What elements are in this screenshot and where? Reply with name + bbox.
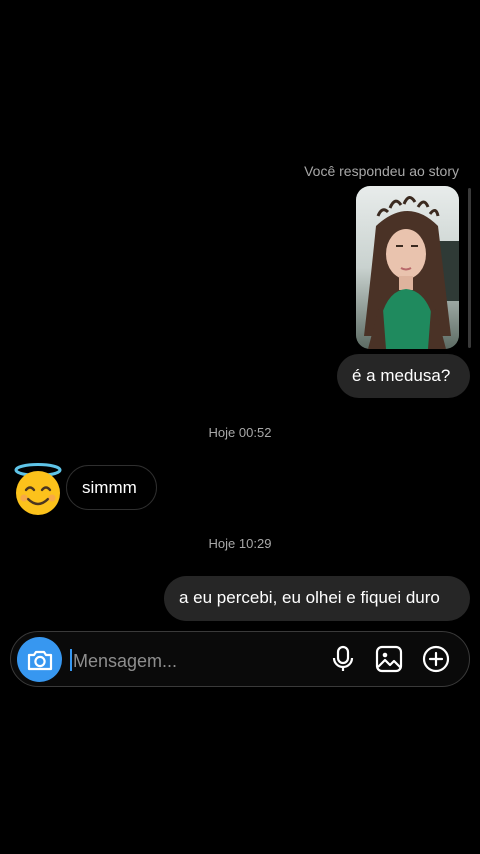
timestamp: Hoje 10:29	[208, 536, 272, 551]
smiling-face-with-halo-emoji-icon	[12, 462, 64, 516]
add-button[interactable]	[422, 645, 450, 673]
story-reply-caption: Você respondeu ao story	[304, 163, 459, 179]
microphone-button[interactable]	[329, 645, 357, 673]
image-icon	[375, 645, 403, 673]
timestamp: Hoje 00:52	[208, 425, 272, 440]
story-photo	[356, 186, 459, 349]
camera-button[interactable]	[17, 637, 62, 682]
outgoing-message[interactable]: a eu percebi, eu olhei e fiquei duro	[164, 576, 470, 621]
incoming-message[interactable]: simmm	[66, 465, 157, 510]
story-reply-indicator	[468, 188, 471, 348]
message-composer	[10, 631, 470, 687]
story-thumbnail[interactable]	[356, 186, 459, 349]
camera-icon	[27, 650, 52, 670]
message-input[interactable]	[71, 642, 325, 680]
microphone-icon	[332, 645, 354, 671]
story-reply-message[interactable]: é a medusa?	[337, 354, 470, 398]
gallery-button[interactable]	[375, 645, 403, 673]
plus-icon	[422, 645, 450, 673]
